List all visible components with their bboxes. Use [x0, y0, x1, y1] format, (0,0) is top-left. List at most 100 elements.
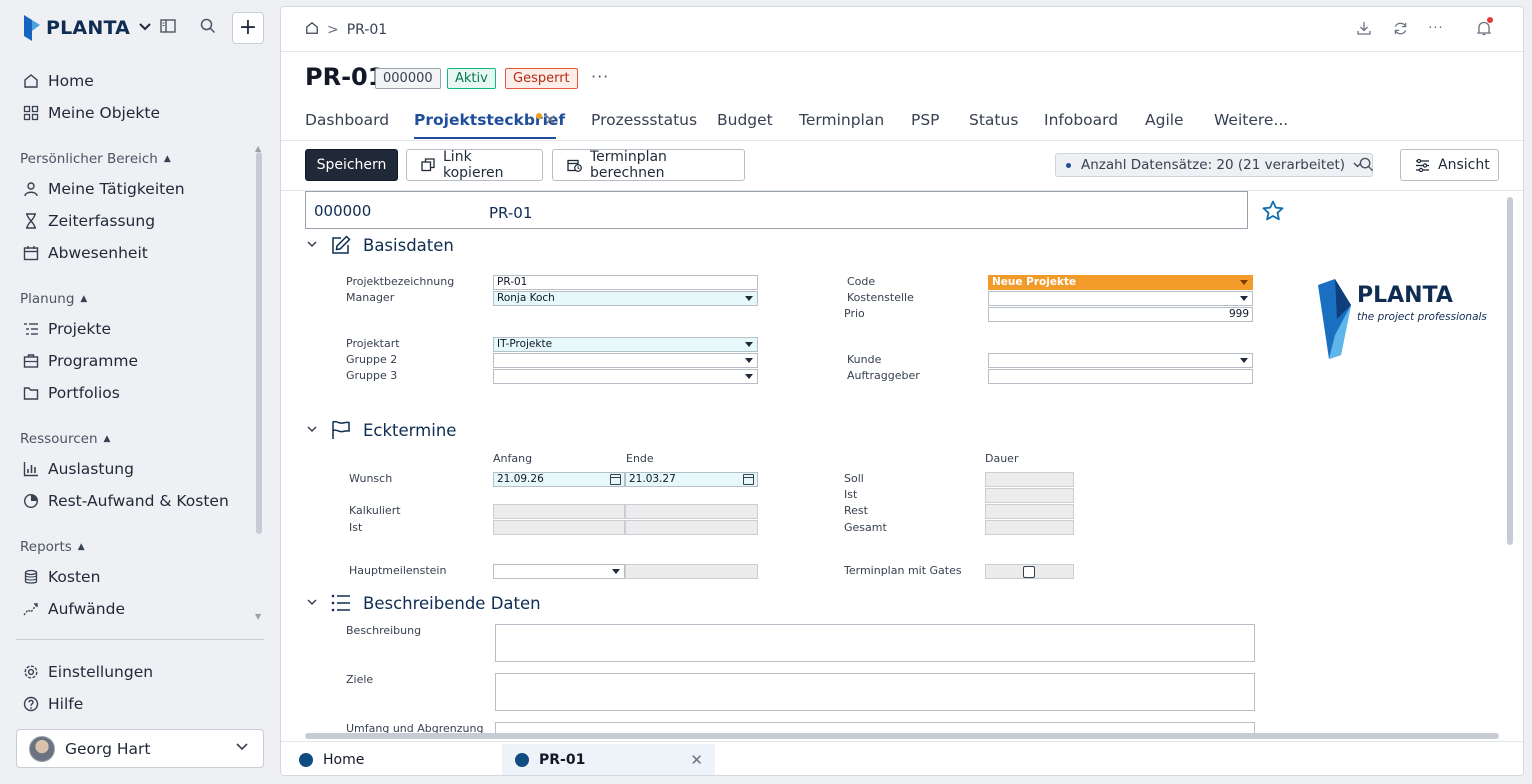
sidebar-toggle-icon[interactable] — [158, 16, 178, 36]
add-button[interactable]: + — [232, 12, 264, 44]
section-beschreibende-daten[interactable]: Beschreibende Daten — [307, 591, 541, 615]
sidebar-section-planung[interactable]: Planung ▲ — [20, 289, 87, 309]
tab-terminplan[interactable]: Terminplan — [799, 111, 884, 129]
projektart-value: IT-Projekte — [497, 338, 553, 350]
bar-chart-icon — [22, 460, 40, 478]
sidebar-item-portfolios[interactable]: Portfolios — [22, 380, 120, 406]
section-title: Ecktermine — [363, 420, 457, 440]
ist-anfang-field — [493, 520, 625, 535]
section-ecktermine[interactable]: Ecktermine — [307, 418, 456, 442]
copy-link-button[interactable]: Link kopieren — [406, 149, 543, 181]
gruppe3-select[interactable] — [493, 369, 758, 384]
projektart-select[interactable]: IT-Projekte — [493, 337, 758, 352]
bottom-tab-pr01[interactable]: PR-01 ✕ — [502, 744, 715, 775]
tab-prozessstatus[interactable]: Prozessstatus — [591, 111, 697, 129]
prio-input[interactable]: 999 — [988, 307, 1253, 322]
more-icon[interactable]: ··· — [1427, 19, 1445, 37]
star-icon[interactable] — [1261, 199, 1285, 227]
sidebar-item-auslastung[interactable]: Auslastung — [22, 456, 134, 482]
app-logo[interactable]: PLANTA — [22, 12, 152, 44]
wunsch-ende-date[interactable]: 21.03.27 — [625, 472, 758, 487]
kunde-select[interactable] — [988, 353, 1253, 368]
search-icon[interactable] — [198, 16, 218, 36]
projektbezeichnung-input[interactable]: PR-01 — [493, 275, 758, 290]
sidebar-item-abwesenheit[interactable]: Abwesenheit — [22, 240, 148, 266]
sidebar-item-hilfe[interactable]: Hilfe — [22, 691, 83, 717]
sidebar-item-einstellungen[interactable]: Einstellungen — [22, 659, 153, 685]
calendar-icon — [22, 244, 40, 262]
sidebar-scrollbar[interactable] — [256, 152, 262, 534]
sidebar-section-reports[interactable]: Reports ▲ — [20, 537, 85, 557]
planta-logo-icon — [22, 15, 40, 41]
sidebar-item-kosten[interactable]: Kosten — [22, 564, 100, 590]
refresh-icon[interactable] — [1391, 19, 1409, 37]
close-icon[interactable]: ✕ — [690, 751, 703, 769]
wunsch-anfang-value: 21.09.26 — [497, 473, 544, 485]
label-kalkuliert: Kalkuliert — [349, 504, 401, 517]
gruppe2-select[interactable] — [493, 353, 758, 368]
save-button[interactable]: Speichern — [305, 149, 398, 181]
calculate-schedule-button[interactable]: Terminplan berechnen — [552, 149, 745, 181]
sidebar-item-zeiterfassung[interactable]: Zeiterfassung — [22, 208, 155, 234]
kostenstelle-select[interactable] — [988, 291, 1253, 306]
horizontal-scrollbar[interactable] — [305, 733, 1499, 739]
tab-agile[interactable]: Agile — [1145, 111, 1184, 129]
user-menu[interactable]: Georg Hart — [16, 729, 264, 768]
dropdown-arrow-icon — [745, 296, 753, 301]
auftraggeber-input[interactable] — [988, 369, 1253, 384]
close-icon[interactable]: ✕ — [544, 111, 557, 129]
title-more-button[interactable]: ··· — [591, 67, 609, 86]
sidebar-item-rest-aufwand[interactable]: Rest-Aufwand & Kosten — [22, 488, 229, 514]
tab-psp[interactable]: PSP — [911, 111, 940, 129]
sidebar-item-aufwaende[interactable]: Aufwände — [22, 596, 125, 622]
tab-infoboard[interactable]: Infoboard — [1044, 111, 1118, 129]
records-label: Anzahl Datensätze: 20 (21 verarbeitet) — [1081, 157, 1346, 173]
tab-dashboard[interactable]: Dashboard — [305, 111, 389, 129]
chevron-down-icon[interactable] — [138, 21, 152, 36]
sidebar-section-persoenlich[interactable]: Persönlicher Bereich ▲ — [20, 149, 171, 169]
records-count-dropdown[interactable]: Anzahl Datensätze: 20 (21 verarbeitet) — [1055, 153, 1374, 177]
scroll-down-arrow[interactable]: ▼ — [255, 612, 261, 621]
sidebar-item-programme[interactable]: Programme — [22, 348, 138, 374]
sidebar-item-label: Auslastung — [48, 460, 134, 478]
grid-icon — [22, 104, 40, 122]
content-scrollbar[interactable] — [1507, 197, 1513, 545]
gear-icon — [22, 663, 40, 681]
section-basisdaten[interactable]: Basisdaten — [307, 233, 454, 257]
sidebar-item-meine-taetigkeiten[interactable]: Meine Tätigkeiten — [22, 176, 185, 202]
tab-projektsteckbrief[interactable]: Projektsteckbrief — [414, 111, 565, 129]
tab-weitere[interactable]: Weitere... — [1214, 111, 1288, 129]
section-title: Ressourcen — [20, 431, 98, 447]
sidebar-item-home[interactable]: Home — [22, 68, 94, 94]
sidebar-section-ressourcen[interactable]: Ressourcen ▲ — [20, 429, 110, 449]
manager-select[interactable]: Ronja Koch — [493, 291, 758, 306]
view-label: Ansicht — [1438, 157, 1490, 173]
sidebar-item-projekte[interactable]: Projekte — [22, 316, 111, 342]
calendar-icon[interactable] — [610, 474, 621, 485]
breadcrumb-item[interactable]: PR-01 — [347, 22, 387, 38]
sidebar-item-meine-objekte[interactable]: Meine Objekte — [22, 100, 160, 126]
hauptmeilenstein-select[interactable] — [493, 564, 625, 579]
terminplan-gates-checkbox[interactable] — [1023, 566, 1035, 578]
folder-icon — [22, 384, 40, 402]
home-icon[interactable] — [305, 21, 319, 39]
dropdown-arrow-icon — [612, 569, 620, 574]
bell-icon[interactable] — [1475, 17, 1493, 37]
dropdown-arrow-icon — [745, 358, 753, 363]
unsaved-dot — [536, 113, 542, 119]
chevron-up-icon: ▲ — [103, 434, 111, 444]
beschreibung-textarea[interactable] — [495, 624, 1255, 662]
view-button[interactable]: Ansicht — [1400, 149, 1499, 181]
tab-status[interactable]: Status — [969, 111, 1018, 129]
download-icon[interactable] — [1355, 19, 1373, 37]
project-header-field[interactable]: 000000 PR-01 — [305, 191, 1248, 229]
bottom-tab-home[interactable]: Home — [299, 744, 499, 775]
code-select[interactable]: Neue Projekte — [988, 275, 1253, 290]
tab-budget[interactable]: Budget — [717, 111, 773, 129]
label-wunsch: Wunsch — [349, 472, 393, 485]
search-icon[interactable] — [1359, 157, 1374, 176]
label-gruppe2: Gruppe 2 — [346, 353, 398, 366]
ziele-textarea[interactable] — [495, 673, 1255, 711]
wunsch-anfang-date[interactable]: 21.09.26 — [493, 472, 625, 487]
calendar-icon[interactable] — [743, 474, 754, 485]
